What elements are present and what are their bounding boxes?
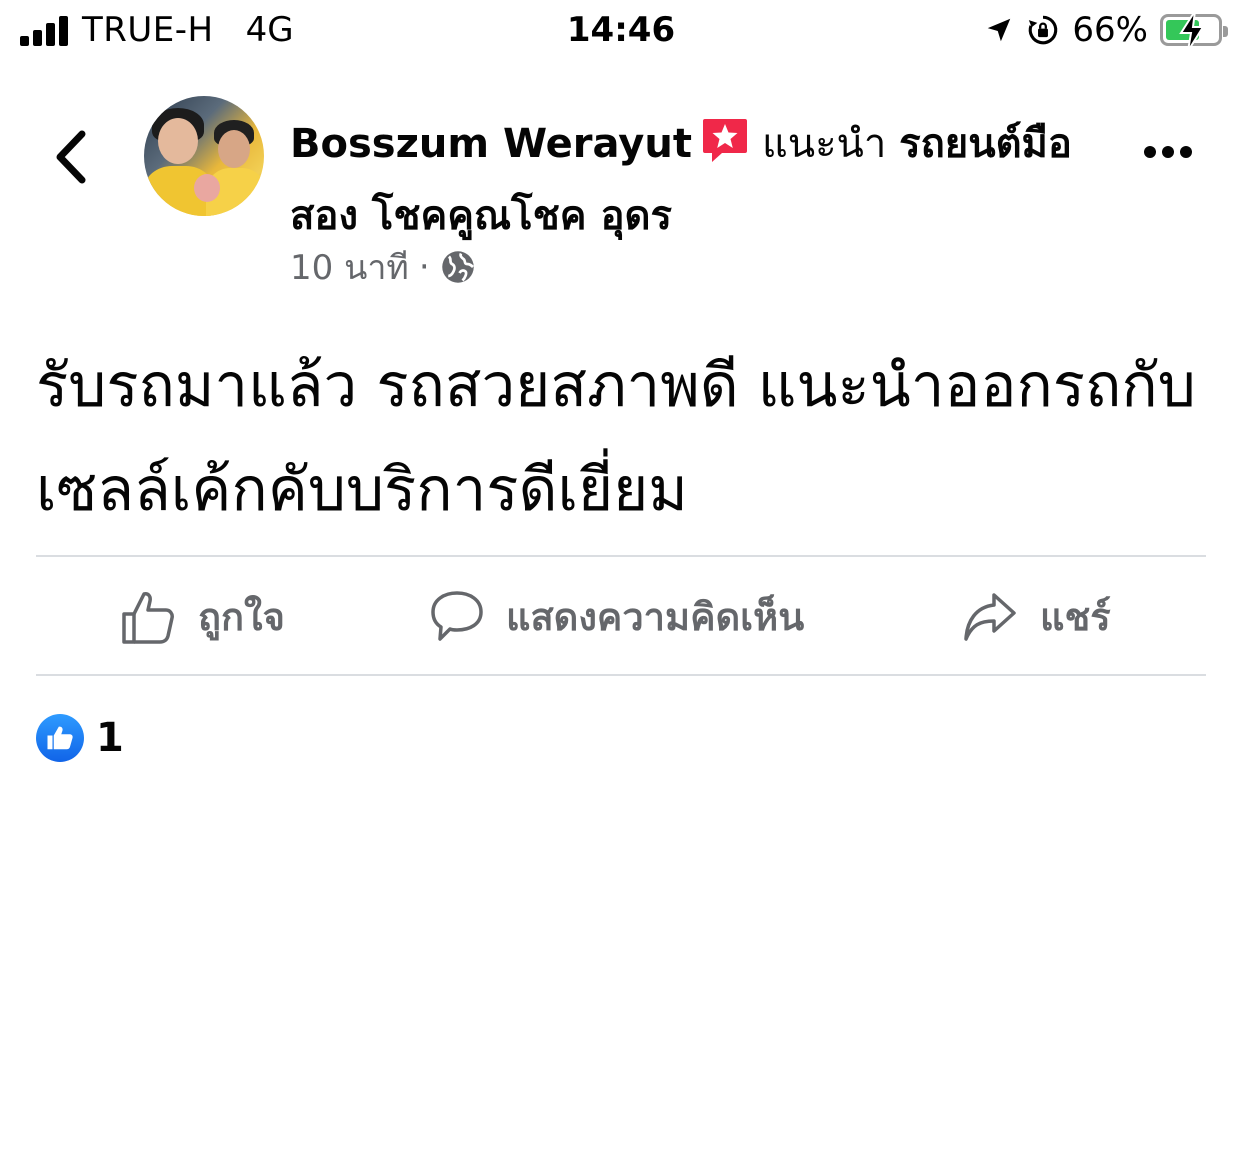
divider-bottom: [36, 674, 1206, 676]
share-arrow-icon: [964, 592, 1016, 641]
share-button[interactable]: แชร์: [962, 586, 1111, 647]
divider-top: [36, 555, 1206, 557]
back-button[interactable]: [50, 128, 90, 186]
comment-button[interactable]: แสดงความคิดเห็น: [430, 586, 804, 647]
like-label: ถูกใจ: [198, 595, 285, 639]
action-bar: ถูกใจ แสดงความคิดเห็น แชร์: [36, 558, 1206, 674]
post-text: รับรถมาแล้ว รถสวยสภาพดี แนะนำออกรถกับเซล…: [36, 351, 1196, 525]
reaction-count: 1: [96, 715, 124, 761]
status-bar: TRUE-H 4G 14:46 66%: [0, 0, 1242, 64]
meta-separator: ·: [418, 247, 430, 287]
comment-icon: [431, 590, 483, 641]
more-dot: [1180, 146, 1192, 158]
like-reaction-icon: [36, 714, 84, 762]
location-arrow-icon: [988, 18, 1011, 42]
like-button[interactable]: ถูกใจ: [120, 586, 285, 647]
status-right: 66%: [984, 10, 1228, 51]
post-header: Bosszum Werayut แนะนำ รถยนต์มือสอง โชคคู…: [290, 112, 1090, 248]
post-title-line: Bosszum Werayut แนะนำ รถยนต์มือสอง โชคคู…: [290, 112, 1090, 248]
share-label: แชร์: [1040, 595, 1111, 639]
orientation-lock-icon: [1029, 15, 1058, 45]
recommends-text: แนะนำ: [761, 121, 887, 167]
thumbs-up-icon: [122, 591, 174, 644]
recommendation-star-icon: [700, 115, 750, 184]
more-dots-icon: [1144, 146, 1156, 158]
avatar[interactable]: [144, 96, 264, 216]
charging-bolt-icon: [1179, 11, 1205, 51]
battery-charging-icon: [1160, 11, 1228, 51]
battery-percent: 66%: [1072, 10, 1148, 50]
author-name[interactable]: Bosszum Werayut: [290, 121, 692, 167]
globe-icon: [441, 251, 474, 283]
post-time[interactable]: 10 นาที: [290, 240, 409, 294]
chevron-left-icon: [56, 130, 86, 184]
comment-label: แสดงความคิดเห็น: [506, 595, 805, 639]
post-meta: 10 นาที ·: [290, 240, 476, 294]
battery-cap: [1223, 26, 1228, 37]
reactions-summary[interactable]: 1: [36, 714, 124, 762]
more-options-button[interactable]: [1144, 146, 1192, 158]
more-dot: [1162, 146, 1174, 158]
